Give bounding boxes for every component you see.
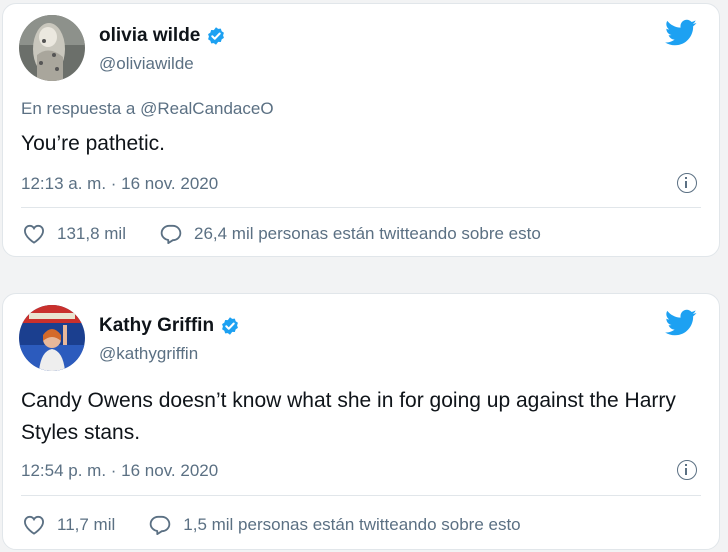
tweet-card[interactable]: olivia wilde @oliviawilde En respuesta a… (2, 3, 720, 257)
tweet-actions: 131,8 mil 26,4 mil personas están twitte… (23, 224, 541, 244)
heart-icon[interactable] (23, 224, 45, 244)
tweet-timestamp[interactable]: 12:13 a. m. · 16 nov. 2020 (21, 174, 218, 194)
avatar[interactable] (19, 305, 85, 371)
heart-icon[interactable] (23, 515, 45, 535)
verified-badge-icon (208, 27, 225, 45)
verified-badge-icon (222, 317, 238, 335)
divider (21, 495, 701, 496)
author-handle[interactable]: @oliviawilde (99, 54, 194, 74)
twitter-bird-icon[interactable] (665, 309, 697, 337)
conversation-count[interactable]: 26,4 mil personas están twitteando sobre… (194, 224, 541, 244)
like-count[interactable]: 131,8 mil (57, 224, 126, 244)
info-icon[interactable] (677, 173, 697, 193)
tweet-actions: 11,7 mil 1,5 mil personas están twittean… (23, 515, 521, 535)
tweet-text: Candy Owens doesn’t know what she in for… (21, 389, 676, 444)
twitter-bird-icon[interactable] (665, 19, 697, 47)
author-row[interactable]: olivia wilde (99, 25, 226, 47)
conversation-count[interactable]: 1,5 mil personas están twitteando sobre … (183, 515, 520, 535)
tweet-text: You’re pathetic. (21, 132, 165, 155)
reply-to-label[interactable]: En respuesta a @RealCandaceO (21, 99, 274, 119)
author-row[interactable]: Kathy Griffin (99, 315, 240, 337)
divider (21, 207, 701, 208)
author-handle[interactable]: @kathygriffin (99, 344, 198, 364)
reply-bubble-icon[interactable] (160, 224, 182, 244)
info-icon[interactable] (677, 460, 697, 480)
tweet-timestamp[interactable]: 12:54 p. m. · 16 nov. 2020 (21, 461, 218, 481)
tweet-card[interactable]: Kathy Griffin @kathygriffin Candy Owens … (2, 293, 720, 550)
avatar[interactable] (19, 15, 85, 81)
author-name[interactable]: olivia wilde (99, 25, 200, 47)
author-name[interactable]: Kathy Griffin (99, 315, 214, 337)
like-count[interactable]: 11,7 mil (57, 515, 115, 535)
reply-bubble-icon[interactable] (149, 515, 171, 535)
